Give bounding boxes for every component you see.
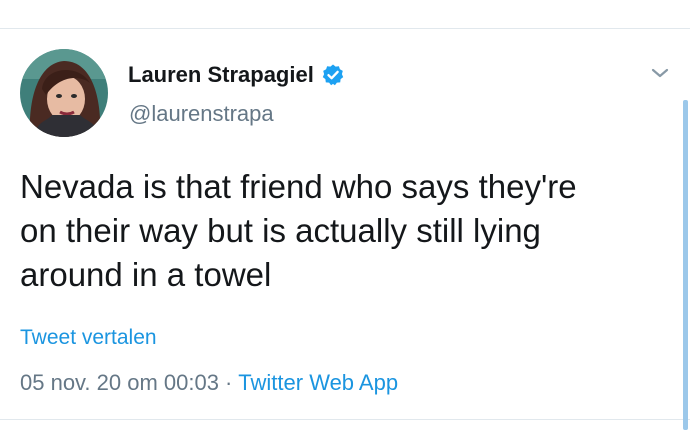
avatar-image (20, 49, 108, 137)
verified-badge-icon (321, 63, 345, 87)
author-handle[interactable]: @laurenstrapa (129, 99, 274, 129)
tweet-text-line: Nevada is that friend who says they're (20, 168, 577, 205)
tweet-detail-view: Lauren Strapagiel @laurenstrapa Nevada i… (0, 0, 690, 440)
top-divider (0, 28, 690, 29)
avatar[interactable] (20, 49, 108, 137)
meta-separator: · (224, 370, 233, 395)
tweet-source-link[interactable]: Twitter Web App (238, 370, 398, 395)
chevron-down-icon[interactable] (650, 64, 670, 82)
tweet-meta: 05 nov. 20 om 00:03 · Twitter Web App (20, 368, 398, 398)
author-display-name[interactable]: Lauren Strapagiel (128, 58, 314, 92)
translate-tweet-link[interactable]: Tweet vertalen (20, 324, 157, 352)
tweet-text: Nevada is that friend who says they're o… (20, 165, 670, 297)
tweet-text-line: on their way but is actually still lying (20, 212, 541, 249)
bottom-divider (0, 419, 690, 420)
tweet-text-line: around in a towel (20, 256, 272, 293)
author-name-row[interactable]: Lauren Strapagiel (128, 58, 345, 92)
tweet-timestamp[interactable]: 05 nov. 20 om 00:03 (20, 370, 219, 395)
scrollbar[interactable] (683, 100, 688, 430)
